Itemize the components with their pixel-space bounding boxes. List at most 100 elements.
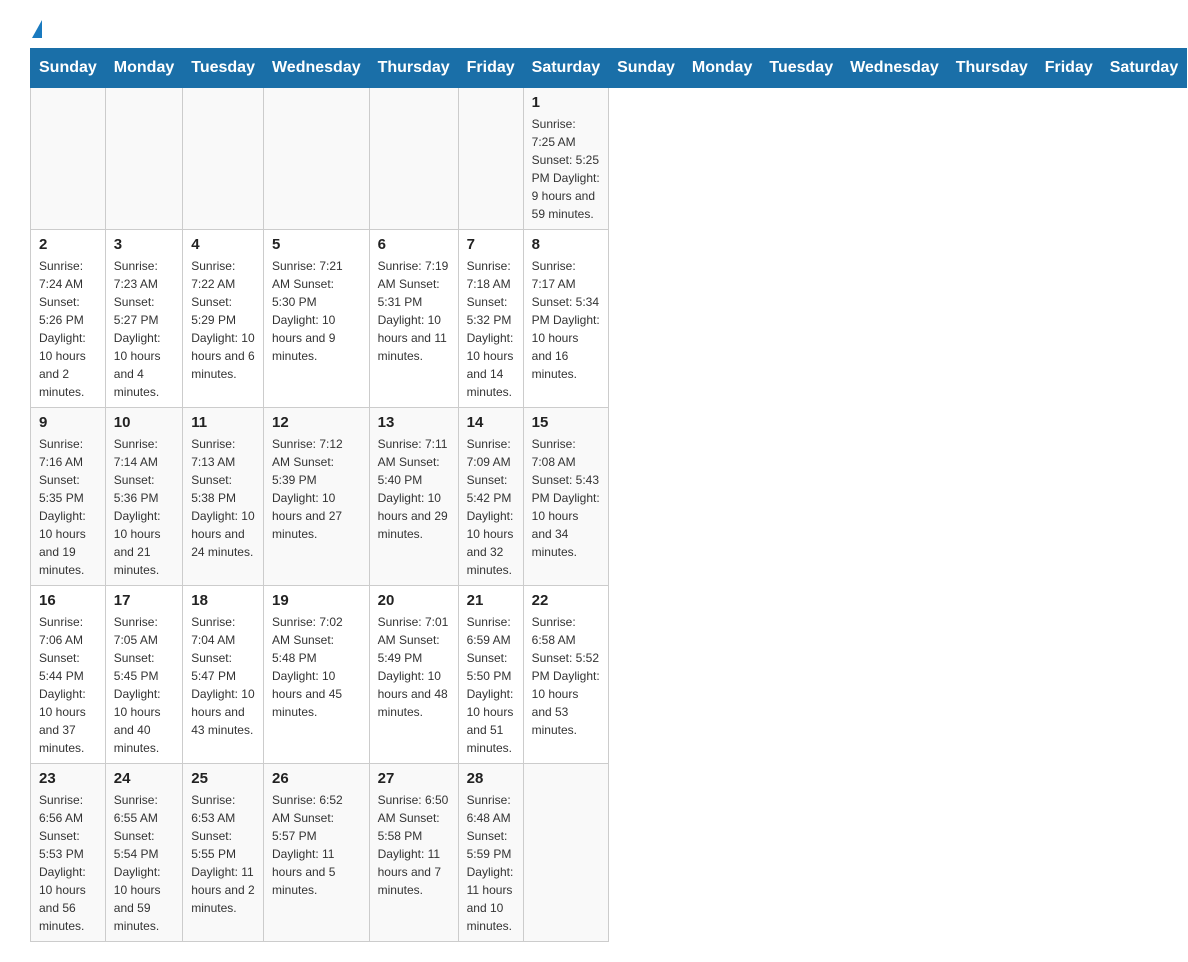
- calendar-cell: 12 Sunrise: 7:12 AM Sunset: 5:39 PM Dayli…: [263, 408, 369, 586]
- day-info: Sunrise: 7:16 AM Sunset: 5:35 PM Dayligh…: [39, 435, 97, 579]
- day-number: 25: [191, 770, 255, 787]
- day-number: 6: [378, 236, 450, 253]
- calendar-week-row: 9 Sunrise: 7:16 AM Sunset: 5:35 PM Daylig…: [31, 408, 1187, 586]
- day-info: Sunrise: 7:09 AM Sunset: 5:42 PM Dayligh…: [467, 435, 515, 579]
- day-number: 2: [39, 236, 97, 253]
- day-number: 18: [191, 592, 255, 609]
- day-info: Sunrise: 7:13 AM Sunset: 5:38 PM Dayligh…: [191, 435, 255, 561]
- day-number: 27: [378, 770, 450, 787]
- calendar-cell: 24Sunrise: 6:55 AM Sunset: 5:54 PM Dayli…: [105, 764, 182, 942]
- calendar-week-row: 16Sunrise: 7:06 AM Sunset: 5:44 PM Dayli…: [31, 586, 1187, 764]
- day-info: Sunrise: 7:05 AM Sunset: 5:45 PM Dayligh…: [114, 613, 174, 757]
- calendar-cell: [523, 764, 608, 942]
- day-number: 26: [272, 770, 361, 787]
- day-number: 22: [532, 592, 600, 609]
- day-info: Sunrise: 7:22 AM Sunset: 5:29 PM Dayligh…: [191, 257, 255, 383]
- day-of-week-header: Tuesday: [183, 49, 264, 88]
- calendar-header-row: SundayMondayTuesdayWednesdayThursdayFrid…: [31, 49, 1187, 88]
- day-of-week-header: Saturday: [523, 49, 608, 88]
- day-number: 17: [114, 592, 174, 609]
- calendar-cell: 19 Sunrise: 7:02 AM Sunset: 5:48 PM Dayli…: [263, 586, 369, 764]
- calendar-cell: 26 Sunrise: 6:52 AM Sunset: 5:57 PM Dayli…: [263, 764, 369, 942]
- calendar-cell: 20 Sunrise: 7:01 AM Sunset: 5:49 PM Dayli…: [369, 586, 458, 764]
- calendar-cell: 22 Sunrise: 6:58 AM Sunset: 5:52 PM Dayli…: [523, 586, 608, 764]
- day-number: 20: [378, 592, 450, 609]
- calendar-cell: 1Sunrise: 7:25 AM Sunset: 5:25 PM Daylig…: [523, 88, 608, 230]
- calendar-cell: 11 Sunrise: 7:13 AM Sunset: 5:38 PM Dayli…: [183, 408, 264, 586]
- day-info: Sunrise: 7:17 AM Sunset: 5:34 PM Dayligh…: [532, 257, 600, 383]
- calendar-cell: 15 Sunrise: 7:08 AM Sunset: 5:43 PM Dayli…: [523, 408, 608, 586]
- day-info: Sunrise: 7:14 AM Sunset: 5:36 PM Dayligh…: [114, 435, 174, 579]
- day-number: 12: [272, 414, 361, 431]
- day-of-week-header: Wednesday: [263, 49, 369, 88]
- calendar-cell: 17 Sunrise: 7:05 AM Sunset: 5:45 PM Dayli…: [105, 586, 182, 764]
- day-info: Sunrise: 7:25 AM Sunset: 5:25 PM Dayligh…: [532, 115, 600, 223]
- calendar-cell: [31, 88, 106, 230]
- weekday-header: Saturday: [1101, 49, 1186, 88]
- day-info: Sunrise: 7:12 AM Sunset: 5:39 PM Dayligh…: [272, 435, 361, 543]
- day-info: Sunrise: 7:04 AM Sunset: 5:47 PM Dayligh…: [191, 613, 255, 739]
- page-header: [30, 20, 1158, 38]
- day-number: 5: [272, 236, 361, 253]
- day-of-week-header: Friday: [458, 49, 523, 88]
- day-info: Sunrise: 6:58 AM Sunset: 5:52 PM Dayligh…: [532, 613, 600, 739]
- day-info: Sunrise: 7:01 AM Sunset: 5:49 PM Dayligh…: [378, 613, 450, 721]
- day-of-week-header: Sunday: [31, 49, 106, 88]
- logo-triangle-icon: [32, 20, 42, 38]
- calendar-cell: 27Sunrise: 6:50 AM Sunset: 5:58 PM Dayli…: [369, 764, 458, 942]
- day-number: 23: [39, 770, 97, 787]
- day-number: 11: [191, 414, 255, 431]
- day-info: Sunrise: 7:23 AM Sunset: 5:27 PM Dayligh…: [114, 257, 174, 401]
- day-info: Sunrise: 7:08 AM Sunset: 5:43 PM Dayligh…: [532, 435, 600, 561]
- calendar-cell: 25 Sunrise: 6:53 AM Sunset: 5:55 PM Dayli…: [183, 764, 264, 942]
- calendar-cell: 28 Sunrise: 6:48 AM Sunset: 5:59 PM Dayli…: [458, 764, 523, 942]
- calendar-cell: [105, 88, 182, 230]
- calendar-cell: 7 Sunrise: 7:18 AM Sunset: 5:32 PM Daylig…: [458, 230, 523, 408]
- calendar-cell: [458, 88, 523, 230]
- day-number: 10: [114, 414, 174, 431]
- day-info: Sunrise: 7:24 AM Sunset: 5:26 PM Dayligh…: [39, 257, 97, 401]
- day-number: 21: [467, 592, 515, 609]
- day-info: Sunrise: 6:56 AM Sunset: 5:53 PM Dayligh…: [39, 791, 97, 935]
- day-number: 15: [532, 414, 600, 431]
- weekday-header: Monday: [683, 49, 760, 88]
- day-info: Sunrise: 7:06 AM Sunset: 5:44 PM Dayligh…: [39, 613, 97, 757]
- day-info: Sunrise: 7:18 AM Sunset: 5:32 PM Dayligh…: [467, 257, 515, 401]
- day-of-week-header: Monday: [105, 49, 182, 88]
- day-number: 19: [272, 592, 361, 609]
- weekday-header: Wednesday: [842, 49, 948, 88]
- day-info: Sunrise: 6:48 AM Sunset: 5:59 PM Dayligh…: [467, 791, 515, 935]
- day-info: Sunrise: 6:53 AM Sunset: 5:55 PM Dayligh…: [191, 791, 255, 917]
- day-number: 9: [39, 414, 97, 431]
- day-of-week-header: Thursday: [369, 49, 458, 88]
- weekday-header: Sunday: [609, 49, 684, 88]
- weekday-header: Thursday: [947, 49, 1036, 88]
- calendar-week-row: 1Sunrise: 7:25 AM Sunset: 5:25 PM Daylig…: [31, 88, 1187, 230]
- weekday-header: Tuesday: [761, 49, 842, 88]
- calendar-cell: 8Sunrise: 7:17 AM Sunset: 5:34 PM Daylig…: [523, 230, 608, 408]
- calendar-cell: 5 Sunrise: 7:21 AM Sunset: 5:30 PM Daylig…: [263, 230, 369, 408]
- day-number: 3: [114, 236, 174, 253]
- calendar-week-row: 2 Sunrise: 7:24 AM Sunset: 5:26 PM Daylig…: [31, 230, 1187, 408]
- day-info: Sunrise: 6:59 AM Sunset: 5:50 PM Dayligh…: [467, 613, 515, 757]
- calendar-cell: 16Sunrise: 7:06 AM Sunset: 5:44 PM Dayli…: [31, 586, 106, 764]
- day-number: 28: [467, 770, 515, 787]
- day-info: Sunrise: 7:19 AM Sunset: 5:31 PM Dayligh…: [378, 257, 450, 365]
- calendar-cell: [263, 88, 369, 230]
- calendar-cell: 10 Sunrise: 7:14 AM Sunset: 5:36 PM Dayli…: [105, 408, 182, 586]
- calendar-cell: 6 Sunrise: 7:19 AM Sunset: 5:31 PM Daylig…: [369, 230, 458, 408]
- calendar-cell: [183, 88, 264, 230]
- day-number: 13: [378, 414, 450, 431]
- calendar-cell: 4 Sunrise: 7:22 AM Sunset: 5:29 PM Daylig…: [183, 230, 264, 408]
- calendar-week-row: 23 Sunrise: 6:56 AM Sunset: 5:53 PM Dayli…: [31, 764, 1187, 942]
- day-info: Sunrise: 7:02 AM Sunset: 5:48 PM Dayligh…: [272, 613, 361, 721]
- day-info: Sunrise: 6:52 AM Sunset: 5:57 PM Dayligh…: [272, 791, 361, 899]
- calendar-cell: [369, 88, 458, 230]
- day-number: 4: [191, 236, 255, 253]
- calendar-cell: 21 Sunrise: 6:59 AM Sunset: 5:50 PM Dayli…: [458, 586, 523, 764]
- calendar-cell: 23 Sunrise: 6:56 AM Sunset: 5:53 PM Dayli…: [31, 764, 106, 942]
- day-number: 7: [467, 236, 515, 253]
- weekday-header: Friday: [1036, 49, 1101, 88]
- day-info: Sunrise: 7:21 AM Sunset: 5:30 PM Dayligh…: [272, 257, 361, 365]
- calendar-cell: 3 Sunrise: 7:23 AM Sunset: 5:27 PM Daylig…: [105, 230, 182, 408]
